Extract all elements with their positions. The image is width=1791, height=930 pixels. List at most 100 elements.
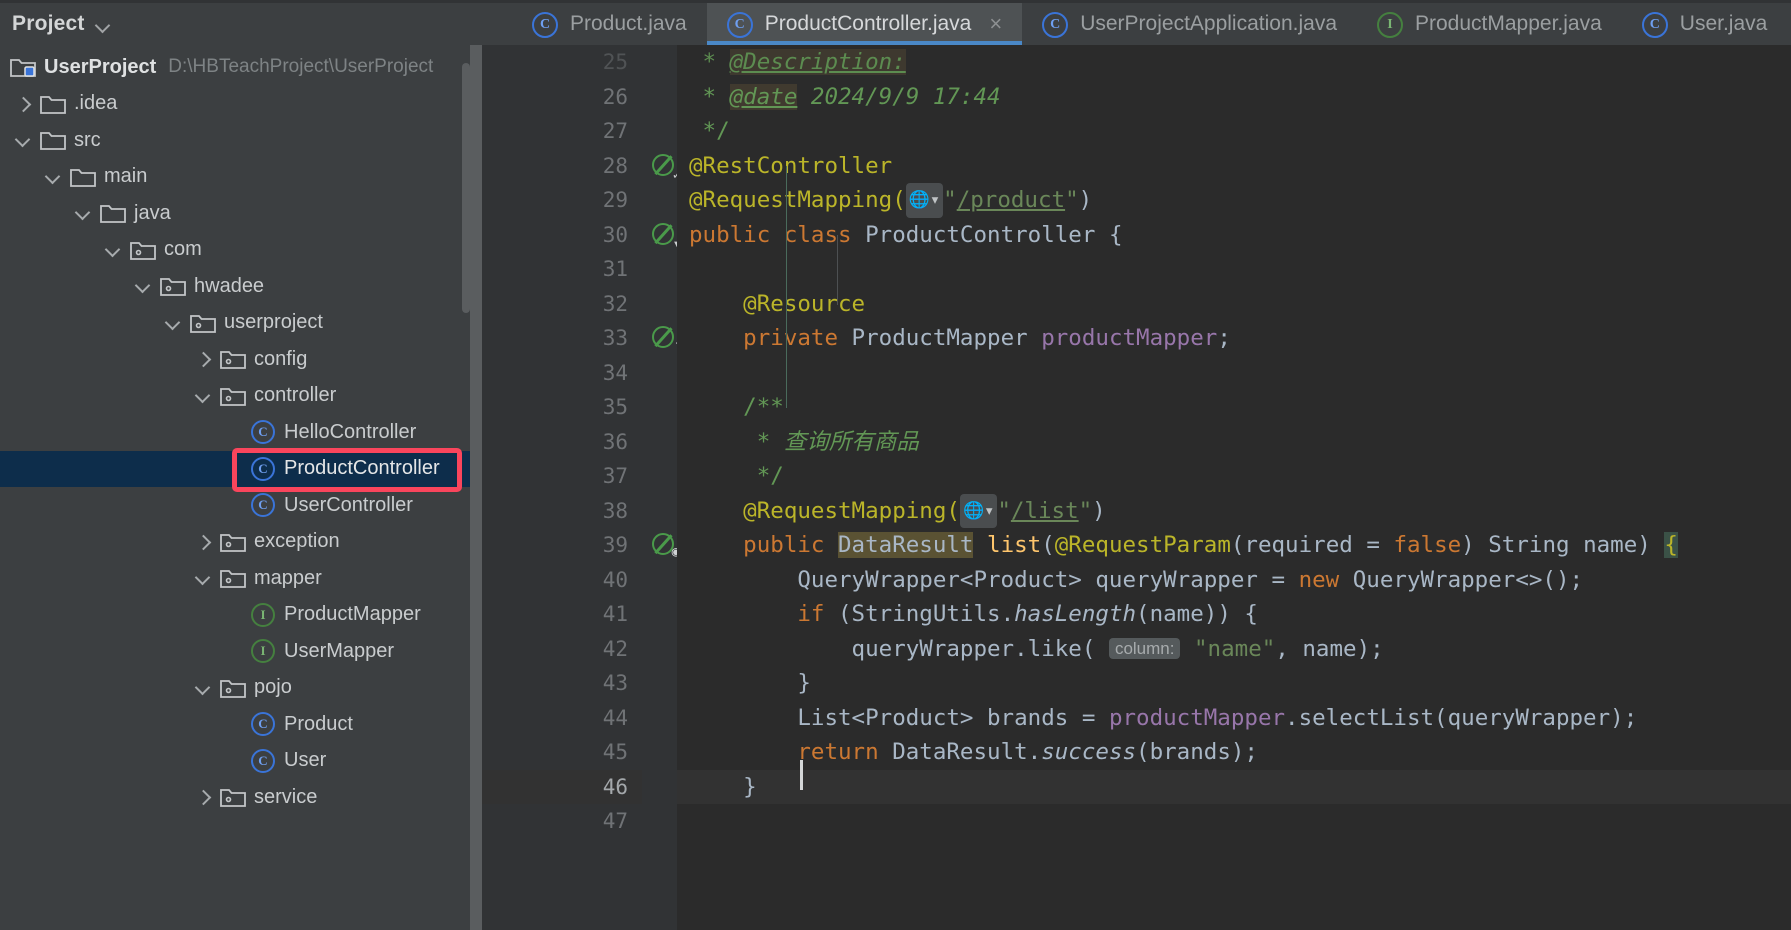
tree-item-java[interactable]: java xyxy=(0,195,470,232)
editor-tab-user[interactable]: C User.java xyxy=(1622,3,1788,45)
code-line-35[interactable]: /** xyxy=(677,390,1791,425)
line-number-37: 37 xyxy=(482,459,642,494)
chevron-right-icon[interactable] xyxy=(188,352,218,366)
tree-item-mapper[interactable]: mapper xyxy=(0,560,470,597)
code-line-45[interactable]: return DataResult.success(brands); xyxy=(677,735,1791,770)
chevron-down-icon[interactable] xyxy=(188,681,218,695)
tree-item-label: pojo xyxy=(254,676,292,699)
package-icon xyxy=(218,677,248,699)
tree-item-label: UserProject xyxy=(44,55,157,78)
package-icon xyxy=(218,531,248,553)
tree-item-pojo[interactable]: pojo xyxy=(0,670,470,707)
tree-item-userproject[interactable]: userproject xyxy=(0,305,470,342)
editor-tab-product[interactable]: C Product.java xyxy=(512,3,707,45)
run-method-icon[interactable]: ✓ xyxy=(652,153,681,189)
line-number-29: 29 xyxy=(482,183,642,218)
tree-item-label: userproject xyxy=(224,311,323,334)
chevron-down-icon[interactable] xyxy=(158,316,188,330)
class-icon: C xyxy=(248,493,278,518)
code-line-27[interactable]: */ xyxy=(677,114,1791,149)
line-number-32: 32 xyxy=(482,287,642,322)
code-line-43[interactable]: } xyxy=(677,666,1791,701)
navigate-icon[interactable]: → xyxy=(652,326,684,361)
code-line-39[interactable]: public DataResult list(@RequestParam(req… xyxy=(677,528,1791,563)
tree-item-com[interactable]: com xyxy=(0,232,470,269)
code-line-34[interactable] xyxy=(677,356,1791,391)
line-number-label: 26 xyxy=(602,84,628,109)
chevron-down-icon[interactable] xyxy=(8,133,38,147)
code-line-30[interactable]: public class ProductController { xyxy=(677,218,1791,253)
tree-item--idea[interactable]: .idea xyxy=(0,86,470,123)
chevron-down-icon[interactable] xyxy=(188,389,218,403)
tree-item-hellocontroller[interactable]: C HelloController xyxy=(0,414,470,451)
line-number-33: 33→ xyxy=(482,321,684,356)
tree-item-label: mapper xyxy=(254,566,322,589)
code-line-44[interactable]: List<Product> brands = productMapper.sel… xyxy=(677,701,1791,736)
editor-tab-productcontroller[interactable]: C ProductController.java × xyxy=(706,3,1023,45)
tree-item-label: Product xyxy=(284,712,353,735)
class-run-icon: C xyxy=(1042,10,1069,38)
tree-item-service[interactable]: service xyxy=(0,779,470,816)
code-line-29[interactable]: @RequestMapping(🌐▾ "/product") xyxy=(677,183,1791,218)
close-icon[interactable]: × xyxy=(989,13,1002,35)
tree-item-controller[interactable]: controller xyxy=(0,378,470,415)
code-line-31[interactable] xyxy=(677,252,1791,287)
class-icon: C xyxy=(248,456,278,481)
indent-guide-method xyxy=(786,166,787,408)
editor-tab-productmapper[interactable]: I ProductMapper.java xyxy=(1357,3,1622,45)
code-line-38[interactable]: @RequestMapping(🌐▾ "/list") xyxy=(677,493,1791,529)
editor-gutter[interactable]: 25262728✓2930▾313233→343536373839◉404142… xyxy=(482,45,684,930)
editor-left-scrollbar[interactable] xyxy=(470,45,482,930)
line-number-label: 37 xyxy=(602,464,628,488)
tree-item-usercontroller[interactable]: C UserController xyxy=(0,487,470,524)
line-number-35: 35 xyxy=(482,390,642,425)
editor-tab-userprojectapplication[interactable]: C UserProjectApplication.java xyxy=(1022,3,1357,45)
chevron-right-icon[interactable] xyxy=(188,535,218,549)
web-url-icon[interactable]: 🌐▾ xyxy=(905,183,944,218)
editor-tab-bar[interactable]: C Product.java C ProductController.java × C Us… xyxy=(470,3,1791,45)
chevron-down-icon[interactable] xyxy=(95,16,111,32)
sidebar-scrollbar[interactable] xyxy=(462,63,470,313)
chevron-down-icon[interactable] xyxy=(68,206,98,220)
code-line-47[interactable] xyxy=(677,804,1791,839)
tree-item-src[interactable]: src xyxy=(0,122,470,159)
code-line-42[interactable]: queryWrapper.like( column: "name", name)… xyxy=(677,632,1791,667)
code-line-32[interactable]: @Resource xyxy=(677,287,1791,322)
tree-item-root-userproject[interactable]: UserProject D:\HBTeachProject\UserProjec… xyxy=(0,49,470,86)
code-line-26[interactable]: * @date 2024/9/9 17:44 xyxy=(677,80,1791,115)
tree-item-product[interactable]: C Product xyxy=(0,706,470,743)
tree-item-hwadee[interactable]: hwadee xyxy=(0,268,470,305)
code-line-40[interactable]: QueryWrapper<Product> queryWrapper = new… xyxy=(677,563,1791,598)
chevron-right-icon[interactable] xyxy=(188,790,218,804)
tree-item-main[interactable]: main xyxy=(0,159,470,196)
chevron-down-icon[interactable] xyxy=(98,243,128,257)
code-line-37[interactable]: */ xyxy=(677,459,1791,494)
chevron-right-icon[interactable] xyxy=(8,97,38,111)
line-number-label: 43 xyxy=(602,671,628,695)
code-line-46[interactable]: } xyxy=(677,769,1791,804)
web-url-icon[interactable]: 🌐▾ xyxy=(959,493,998,529)
class-icon: C xyxy=(248,420,278,445)
tree-item-user[interactable]: C User xyxy=(0,743,470,780)
code-line-25[interactable]: * @Description: xyxy=(677,45,1791,80)
tree-item-productmapper[interactable]: I ProductMapper xyxy=(0,597,470,634)
tree-item-productcontroller[interactable]: C ProductController xyxy=(0,450,470,488)
code-line-33[interactable]: private ProductMapper productMapper; xyxy=(677,321,1791,356)
editor-tab-label: ProductController.java xyxy=(764,12,972,35)
chevron-down-icon[interactable] xyxy=(38,170,68,184)
chevron-down-icon[interactable] xyxy=(128,279,158,293)
code-line-28[interactable]: @RestController xyxy=(677,149,1791,184)
web-mapping-icon[interactable]: ◉ xyxy=(652,533,680,568)
code-line-41[interactable]: if (StringUtils.hasLength(name)) { xyxy=(677,597,1791,632)
code-text[interactable]: * @Description: * @date 2024/9/9 17:44 *… xyxy=(677,45,1791,930)
run-class-icon[interactable]: ▾ xyxy=(652,222,681,258)
project-panel-header[interactable]: Project xyxy=(0,3,470,45)
editor-tab-label: UserProjectApplication.java xyxy=(1080,12,1337,35)
tree-item-usermapper[interactable]: I UserMapper xyxy=(0,633,470,670)
tree-item-label: config xyxy=(254,347,308,370)
chevron-down-icon[interactable] xyxy=(188,571,218,585)
project-tree[interactable]: UserProject D:\HBTeachProject\UserProjec… xyxy=(0,45,470,816)
tree-item-config[interactable]: config xyxy=(0,341,470,378)
code-line-36[interactable]: * 查询所有商品 xyxy=(677,425,1791,460)
tree-item-exception[interactable]: exception xyxy=(0,524,470,561)
